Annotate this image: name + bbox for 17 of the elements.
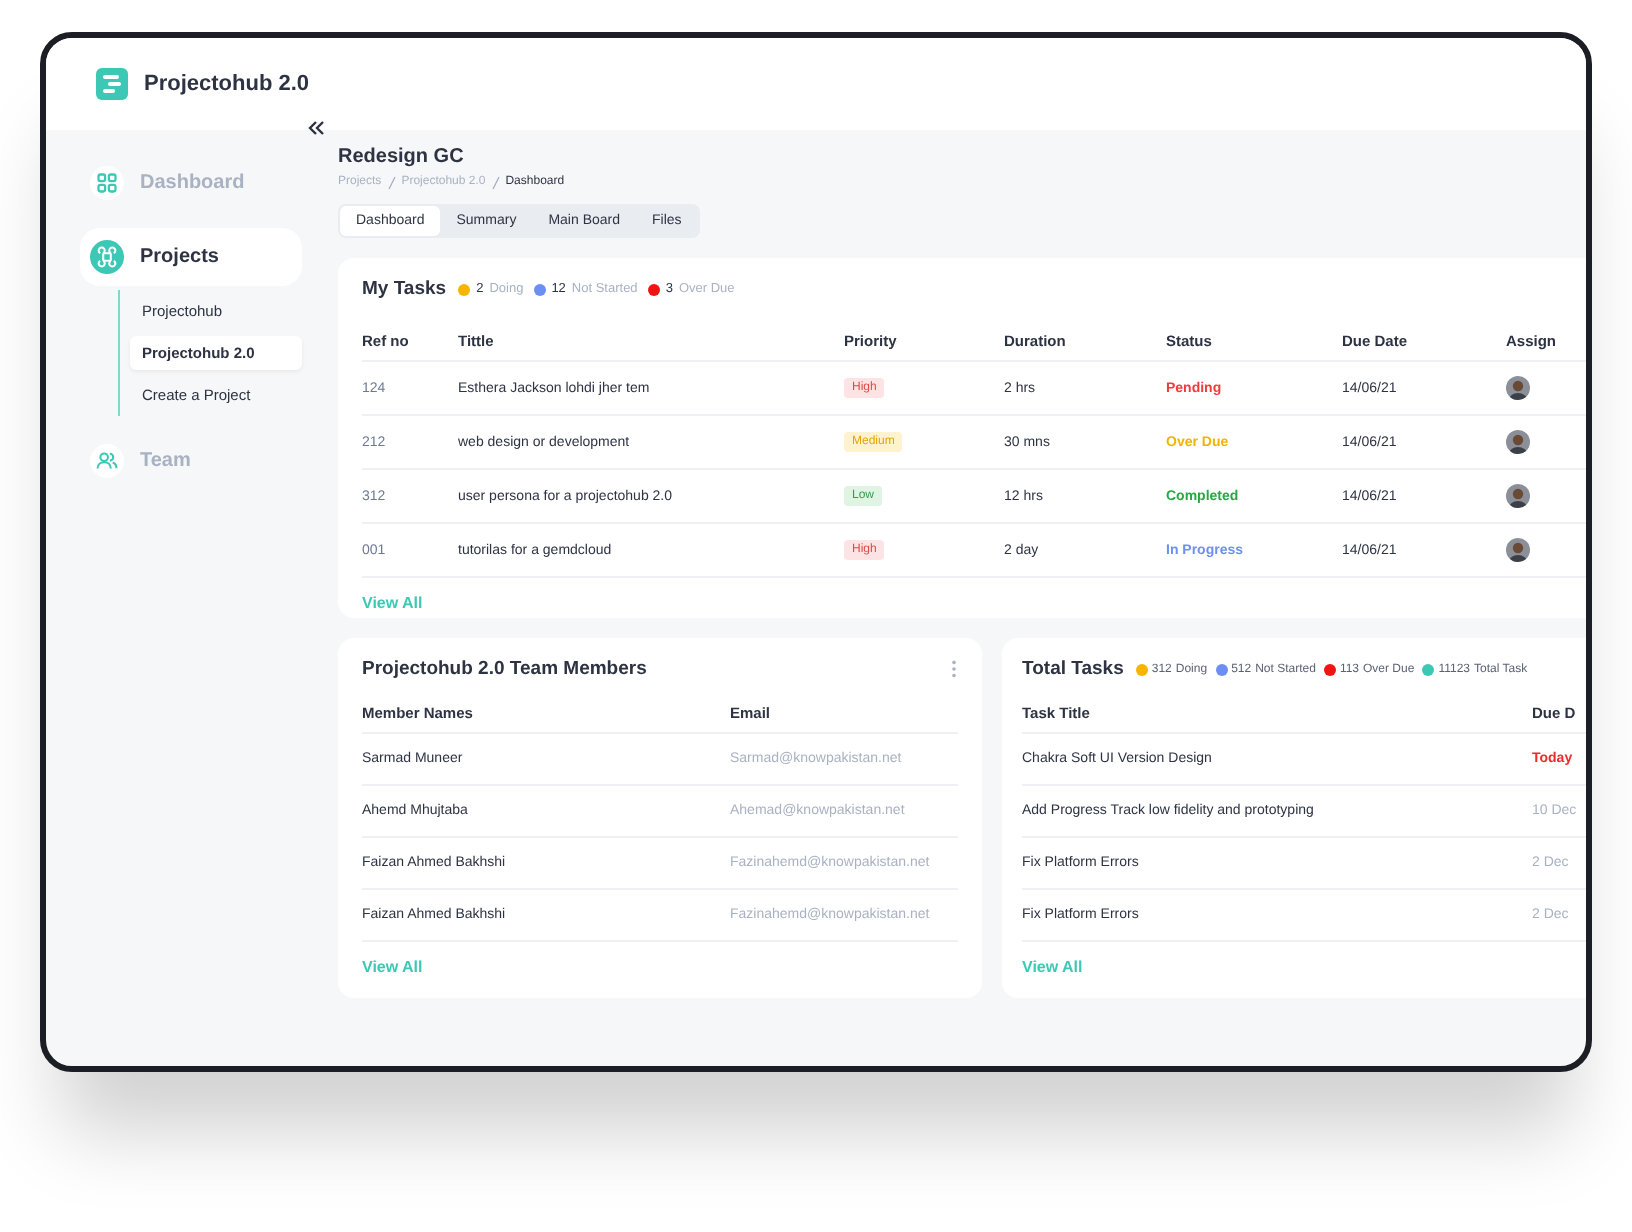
- page-title: Redesign GC: [338, 146, 466, 168]
- app-name: Projectohub 2.0: [144, 72, 310, 96]
- avatar: [1506, 484, 1530, 508]
- chevrons-left-icon[interactable]: [306, 118, 326, 138]
- avatar: [1506, 430, 1530, 454]
- people-icon: [90, 444, 124, 478]
- card-title: Projectohub 2.0 Team Members: [362, 658, 647, 680]
- avatar: [1506, 538, 1530, 562]
- slash-icon: [491, 176, 500, 190]
- logo-icon: [96, 68, 128, 100]
- card-title: My Tasks: [362, 278, 447, 300]
- card-title: Total Tasks: [1022, 658, 1124, 680]
- avatar: [1506, 376, 1530, 400]
- grid-icon: [90, 166, 124, 200]
- sidebar-item[interactable]: Projects: [80, 228, 302, 286]
- command-icon: [90, 240, 124, 274]
- slash-icon: [387, 176, 396, 190]
